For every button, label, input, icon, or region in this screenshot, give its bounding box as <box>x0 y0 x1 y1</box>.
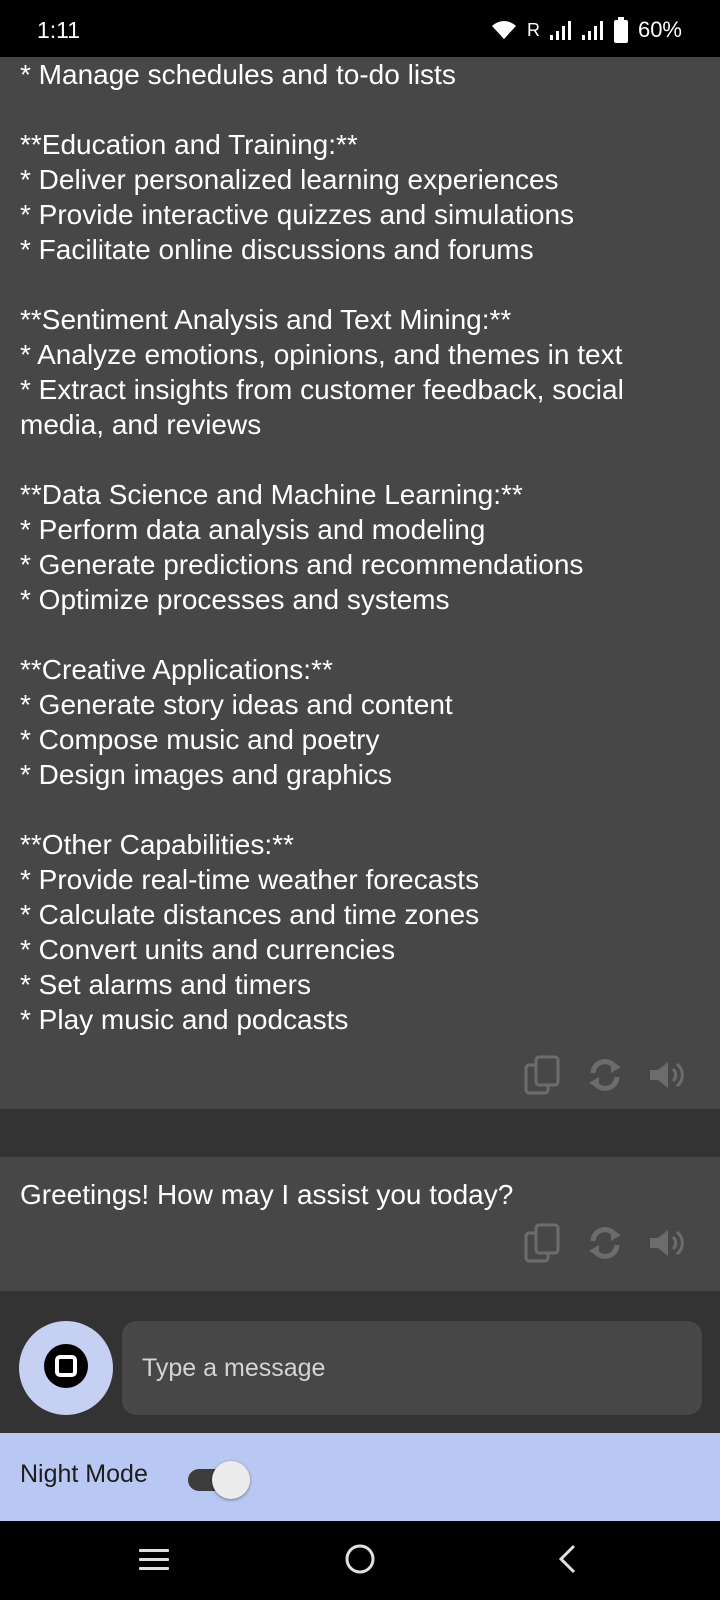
message-line: * Set alarms and timers <box>20 969 311 1000</box>
copy-icon <box>524 1055 562 1100</box>
message-line: * Manage schedules and to-do lists <box>20 59 456 90</box>
stop-icon <box>43 1343 89 1394</box>
message-input[interactable] <box>122 1321 702 1415</box>
screen: 1:11 R 60% * Manage schedules and to-do … <box>0 0 720 1600</box>
status-time: 1:11 <box>37 17 81 43</box>
message-line: * Analyze emotions, opinions, and themes… <box>20 339 623 370</box>
message-line: * Generate story ideas and content <box>20 689 453 720</box>
toggle-thumb <box>212 1461 250 1499</box>
message-line: * Generate predictions and recommendatio… <box>20 549 584 580</box>
message-line: * Perform data analysis and modeling <box>20 514 486 545</box>
battery-icon <box>613 17 628 43</box>
message-line: * Calculate distances and time zones <box>20 899 480 930</box>
message-line: **Creative Applications:** <box>20 654 333 685</box>
speak-button[interactable] <box>644 1057 690 1097</box>
status-icons: R 60% <box>491 14 682 46</box>
message-line: * Design images and graphics <box>20 759 392 790</box>
home-icon <box>344 1543 376 1580</box>
assistant-message: Greetings! How may I assist you today? <box>0 1157 720 1291</box>
nav-back-button[interactable] <box>545 1539 589 1583</box>
wifi-icon <box>491 19 517 41</box>
message-list[interactable]: * Manage schedules and to-do lists **Educ… <box>0 57 720 1291</box>
assistant-message: * Manage schedules and to-do lists **Educ… <box>0 57 720 1109</box>
night-mode-label: Night Mode <box>20 1460 148 1488</box>
message-line: * Provide real-time weather forecasts <box>20 864 480 895</box>
status-bar: 1:11 R 60% <box>0 0 720 60</box>
night-mode-bar: Night Mode <box>0 1433 720 1521</box>
copy-button[interactable] <box>520 1223 566 1268</box>
refresh-icon <box>587 1057 623 1098</box>
speaker-icon <box>648 1226 686 1265</box>
message-line: * Optimize processes and systems <box>20 584 450 615</box>
speaker-icon <box>648 1058 686 1097</box>
regenerate-button[interactable] <box>582 1057 628 1097</box>
message-actions <box>520 1055 690 1100</box>
message-line: **Other Capabilities:** <box>20 829 294 860</box>
message-line: **Data Science and Machine Learning:** <box>20 479 523 510</box>
composer <box>0 1291 720 1433</box>
system-nav-bar <box>0 1521 720 1600</box>
message-line: **Sentiment Analysis and Text Mining:** <box>20 304 512 335</box>
battery-percent: 60% <box>637 17 682 42</box>
back-icon <box>556 1544 578 1579</box>
message-line: * Facilitate online discussions and foru… <box>20 234 534 265</box>
message-line: * Play music and podcasts <box>20 1004 349 1035</box>
nav-home-button[interactable] <box>338 1539 382 1583</box>
message-line: * Extract insights from customer feedbac… <box>20 374 624 405</box>
nav-menu-button[interactable] <box>132 1539 176 1583</box>
copy-icon <box>524 1223 562 1268</box>
message-text: Greetings! How may I assist you today? <box>20 1179 514 1210</box>
signal-icon-2 <box>581 20 604 40</box>
refresh-icon <box>587 1225 623 1266</box>
roaming-indicator: R <box>526 19 540 40</box>
signal-icon <box>549 20 572 40</box>
message-text: * Manage schedules and to-do lists **Educ… <box>20 57 700 1037</box>
message-line: **Education and Training:** <box>20 129 358 160</box>
night-mode-toggle[interactable] <box>188 1461 250 1499</box>
regenerate-button[interactable] <box>582 1225 628 1265</box>
speak-button[interactable] <box>644 1225 690 1265</box>
message-line: * Deliver personalized learning experien… <box>20 164 559 195</box>
menu-icon <box>138 1547 170 1576</box>
message-line: * Compose music and poetry <box>20 724 380 755</box>
message-line: media, and reviews <box>20 409 262 440</box>
message-line: * Convert units and currencies <box>20 934 396 965</box>
message-actions <box>520 1223 690 1268</box>
copy-button[interactable] <box>520 1055 566 1100</box>
message-line: * Provide interactive quizzes and simula… <box>20 199 575 230</box>
stop-button[interactable] <box>19 1321 113 1415</box>
